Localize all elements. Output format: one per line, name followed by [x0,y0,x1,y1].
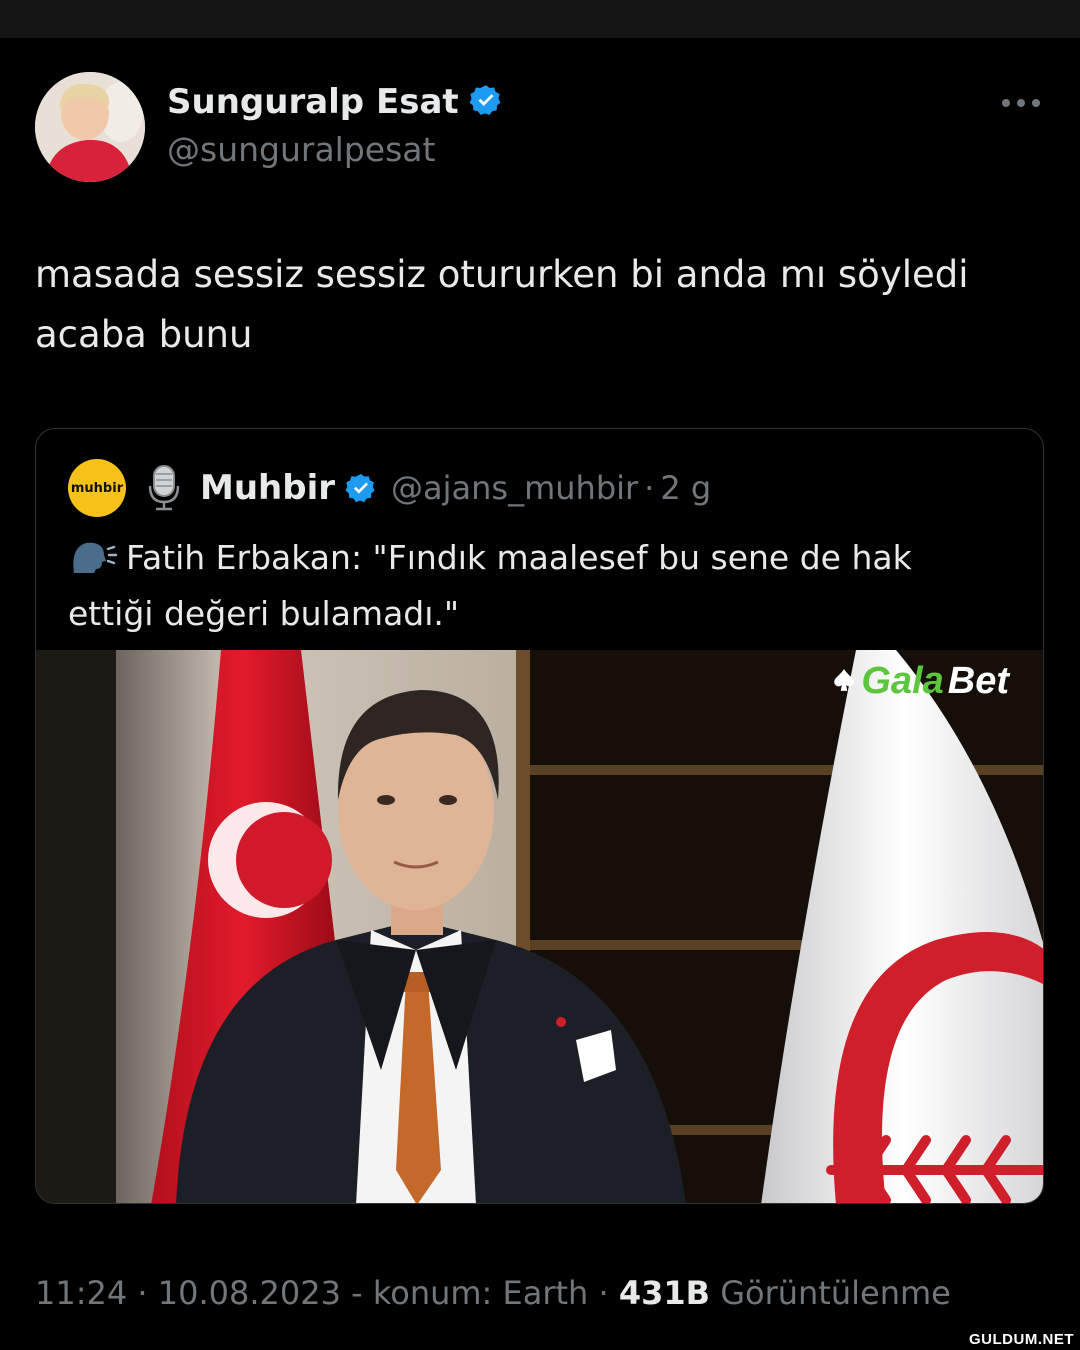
author-name[interactable]: Sunguralp Esat [167,82,459,122]
more-icon[interactable] [997,90,1045,116]
tweet-text-line: acaba bunu [35,313,253,356]
microphone-icon [146,464,182,512]
quoted-photo[interactable]: Gala Bet [36,650,1043,1203]
verified-badge-icon [469,83,503,121]
quoted-text-line: ettiği değeri bulamadı." [68,594,460,633]
quoted-tweet[interactable]: muhbir Muhbir @ajans_muhbir · 2 g Fatih … [35,428,1044,1204]
photo-illustration [36,650,1043,1203]
tweet-time[interactable]: 11:24 [35,1274,127,1312]
quoted-time[interactable]: 2 g [660,469,711,507]
quoted-handle[interactable]: @ajans_muhbir [391,469,638,507]
author-avatar[interactable] [35,72,145,182]
verified-badge-icon [345,472,377,504]
tweet-date[interactable]: 10.08.2023 [158,1274,341,1312]
tweet-location: - konum: Earth [351,1274,589,1312]
tweet-text: masada sessiz sessiz otururken bi anda m… [35,245,1035,365]
separator: · [598,1274,609,1312]
quoted-avatar[interactable]: muhbir [68,459,126,517]
quoted-text: Fatih Erbakan: "Fındık maalesef bu sene … [68,533,1008,639]
quoted-text-line: Fatih Erbakan: "Fındık maalesef bu sene … [126,538,912,577]
quoted-header: muhbir Muhbir @ajans_muhbir · 2 g [68,459,711,517]
watermark-text: Gala [861,660,944,702]
author-handle[interactable]: @sunguralpesat [167,130,435,169]
view-count[interactable]: 431B [619,1274,710,1312]
watermark-text: Bet [947,660,1009,702]
galabet-watermark: Gala Bet [831,660,1009,703]
top-bar [0,0,1080,38]
view-label[interactable]: Görüntülenme [720,1274,951,1312]
tweet-text-line: masada sessiz sessiz otururken bi anda m… [35,253,969,296]
separator: · [137,1274,148,1312]
speaking-head-icon [68,539,118,589]
tweet-meta: 11:24 · 10.08.2023 - konum: Earth · 431B… [35,1274,951,1312]
site-watermark: GULDUM.NET [969,1331,1074,1348]
spade-icon [831,660,857,703]
quoted-name[interactable]: Muhbir [200,468,335,508]
separator: · [644,469,655,507]
tweet-author: Sunguralp Esat @sunguralpesat [35,72,1045,182]
